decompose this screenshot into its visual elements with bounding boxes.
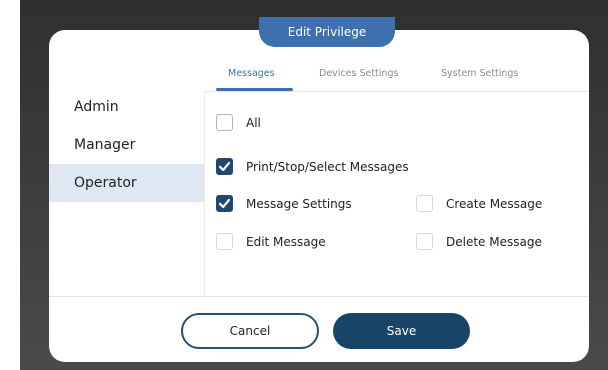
sidebar-item-label: Admin (74, 99, 119, 115)
sidebar-item-manager[interactable]: Manager (49, 126, 204, 164)
permission-label: Delete Message (446, 234, 542, 249)
checkbox-delete-message[interactable] (416, 233, 433, 250)
page-margin (0, 0, 20, 370)
permission-all[interactable]: All (216, 114, 261, 131)
dialog-title-text: Edit Privilege (287, 25, 367, 39)
edit-privilege-dialog: Admin Manager Operator Messages Devices … (49, 30, 589, 362)
save-button[interactable]: Save (333, 313, 470, 349)
permission-label: Print/Stop/Select Messages (246, 159, 409, 174)
sidebar-item-label: Operator (74, 175, 137, 191)
save-button-label: Save (386, 324, 417, 338)
footer-divider (49, 296, 589, 297)
permission-print-stop-select[interactable]: Print/Stop/Select Messages (216, 158, 409, 175)
permission-label: Edit Message (246, 234, 326, 249)
checkbox-message-settings[interactable] (216, 195, 233, 212)
permission-create-message[interactable]: Create Message (416, 195, 542, 212)
privilege-tabs: Messages Devices Settings System Setting… (214, 60, 589, 90)
tab-messages[interactable]: Messages (228, 68, 275, 79)
sidebar-item-operator[interactable]: Operator (49, 164, 204, 202)
dialog-title: Edit Privilege (259, 17, 395, 47)
permission-edit-message[interactable]: Edit Message (216, 233, 326, 250)
permission-label: Create Message (446, 196, 543, 211)
permission-label: Message Settings (246, 196, 352, 211)
role-sidebar: Admin Manager Operator (49, 60, 204, 230)
check-icon (218, 161, 231, 172)
cancel-button-label: Cancel (229, 324, 271, 338)
cancel-button[interactable]: Cancel (181, 313, 319, 349)
checkbox-all[interactable] (216, 114, 233, 131)
checkbox-print-stop-select[interactable] (216, 158, 233, 175)
checkbox-edit-message[interactable] (216, 233, 233, 250)
check-icon (218, 198, 231, 209)
permission-delete-message[interactable]: Delete Message (416, 233, 542, 250)
permission-label: All (246, 115, 261, 130)
checkbox-create-message[interactable] (416, 195, 433, 212)
tab-devices-settings[interactable]: Devices Settings (319, 68, 398, 79)
sidebar-item-admin[interactable]: Admin (49, 88, 204, 126)
permission-message-settings[interactable]: Message Settings (216, 195, 352, 212)
sidebar-item-label: Manager (74, 137, 136, 153)
tab-system-settings[interactable]: System Settings (441, 68, 518, 79)
